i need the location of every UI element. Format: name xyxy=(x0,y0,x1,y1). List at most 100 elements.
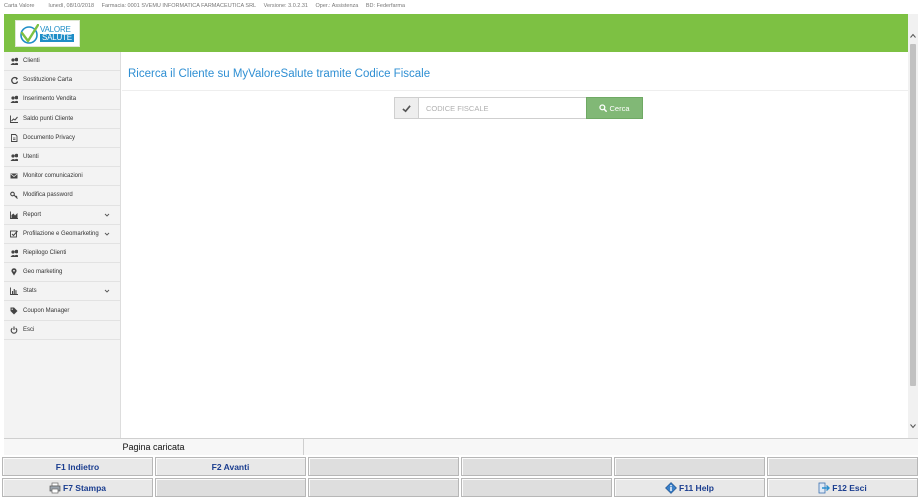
sidebar-item-modifica-password[interactable]: Modifica password xyxy=(4,186,120,206)
sidebar-item-riepilogo-clienti[interactable]: Riepilogo Clienti xyxy=(4,243,120,264)
search-button[interactable]: Cerca xyxy=(586,97,643,119)
sidebar-item-profilazione-e-geomarketing[interactable]: Profilazione e Geomarketing xyxy=(4,224,120,244)
sidebar-item-label: Profilazione e Geomarketing xyxy=(23,230,99,237)
sidebar-item-label: Saldo punti Cliente xyxy=(23,115,74,122)
check-icon xyxy=(402,104,411,112)
sidebar-item-label: Documento Privacy xyxy=(23,134,76,141)
bar-chart-icon xyxy=(10,287,18,296)
users-icon xyxy=(10,57,18,66)
area-chart-icon xyxy=(10,211,18,219)
status-message: Pagina caricata xyxy=(4,439,304,455)
scroll-up-arrow-icon[interactable] xyxy=(909,32,917,40)
title-divider xyxy=(122,90,908,91)
sidebar-menu: Clienti Sostituzione Carta Inserimento Ven… xyxy=(4,52,121,438)
search-button-label: Cerca xyxy=(609,103,630,113)
logo-wordmark: VALORE SALUTE xyxy=(40,25,74,42)
f12-label: F12 Esci xyxy=(832,482,867,493)
checkbox-icon xyxy=(10,230,18,238)
sidebar-item-label: Clienti xyxy=(23,58,40,65)
sidebar-item-inserimento-vendita[interactable]: Inserimento Vendita xyxy=(4,90,120,110)
page-scrollbar[interactable] xyxy=(908,14,918,438)
top-info-bar: Carta Valore lunedì, 08/10/2018 Farmacia… xyxy=(0,0,920,12)
header-bar: VALORE SALUTE xyxy=(4,14,908,52)
users-icon xyxy=(10,153,18,162)
chevron-down-icon xyxy=(104,213,110,217)
envelope-icon xyxy=(10,173,18,179)
fiscal-code-input[interactable] xyxy=(419,97,586,119)
sidebar-item-label: Monitor comunicazioni xyxy=(23,173,83,180)
checkmark-logo-icon xyxy=(20,23,39,44)
database-label: BD: Federfarma xyxy=(365,3,405,9)
power-icon xyxy=(10,326,18,334)
f11-help-button[interactable]: F11 Help xyxy=(614,478,765,497)
document-icon xyxy=(11,133,18,142)
sidebar-item-monitor-comunicazioni[interactable]: Monitor comunicazioni xyxy=(4,167,120,187)
sidebar-item-label: Esci xyxy=(23,326,35,333)
chevron-down-icon xyxy=(104,289,110,293)
sidebar-item-label: Sostituzione Carta xyxy=(23,77,73,84)
check-addon xyxy=(394,97,419,119)
fkey-slot-empty xyxy=(308,457,459,476)
sidebar-item-saldo-punti-cliente[interactable]: Saldo punti Cliente xyxy=(4,109,120,129)
tags-icon xyxy=(10,307,18,315)
sidebar-item-label: Inserimento Vendita xyxy=(23,96,77,103)
sidebar-item-label: Stats xyxy=(23,288,37,295)
app-window: Carta Valore lunedì, 08/10/2018 Farmacia… xyxy=(0,0,920,498)
sidebar-item-label: Modifica password xyxy=(23,192,73,199)
sidebar-item-stats[interactable]: Stats xyxy=(4,282,120,302)
sidebar-item-geo-marketing[interactable]: Geo marketing xyxy=(4,263,120,283)
users-icon xyxy=(10,249,18,257)
sidebar-item-utenti[interactable]: Utenti xyxy=(4,147,120,168)
f12-exit-button[interactable]: F12 Esci xyxy=(767,478,918,497)
sidebar-item-report[interactable]: Report xyxy=(4,205,120,225)
sidebar-item-documento-privacy[interactable]: Documento Privacy xyxy=(4,128,120,148)
current-date: lunedì, 08/10/2018 xyxy=(48,3,95,9)
operator-label: Oper.: Assistenza xyxy=(315,3,359,9)
valore-salute-logo: VALORE SALUTE xyxy=(15,20,80,47)
fkey-slot-empty xyxy=(614,457,765,476)
sidebar-item-label: Riepilogo Clienti xyxy=(23,249,67,256)
fkey-slot-empty xyxy=(308,478,459,497)
sidebar-item-clienti[interactable]: Clienti xyxy=(4,52,120,72)
exit-icon xyxy=(818,482,831,493)
status-bar: Pagina caricata xyxy=(4,438,918,455)
sidebar-item-label: Geo marketing xyxy=(23,269,63,276)
map-marker-icon xyxy=(11,268,17,276)
session-info: lunedì, 08/10/2018 Farmacia: 0001 SVEMU … xyxy=(48,3,411,9)
version-label: Versione: 3.0.2.31 xyxy=(263,3,308,9)
pharmacy-name: Farmacia: 0001 SVEMU INFORMATICA FARMACE… xyxy=(101,3,257,9)
refresh-icon xyxy=(11,77,18,85)
fkey-slot-empty xyxy=(461,478,612,497)
f7-label: F7 Stampa xyxy=(63,482,106,493)
page-title: Ricerca il Cliente su MyValoreSalute tra… xyxy=(128,68,431,80)
f2-forward-button[interactable]: F2 Avanti xyxy=(155,457,306,476)
users-icon xyxy=(10,96,18,104)
logo-line-2: SALUTE xyxy=(40,32,74,42)
chevron-down-icon xyxy=(104,232,110,236)
sidebar-item-sostituzione-carta[interactable]: Sostituzione Carta xyxy=(4,71,120,91)
function-keys-bar: F1 Indietro F2 Avanti F7 Stampa F11 Help xyxy=(2,457,918,498)
sidebar-item-label: Report xyxy=(23,211,42,218)
sidebar-item-label: Utenti xyxy=(23,154,39,161)
printer-icon xyxy=(49,482,61,493)
sidebar-item-label: Coupon Manager xyxy=(23,307,70,314)
sidebar-item-esci[interactable]: Esci xyxy=(4,320,120,340)
fiscal-code-search: Cerca xyxy=(394,97,643,119)
key-icon xyxy=(10,192,18,200)
f11-label: F11 Help xyxy=(679,482,714,493)
f1-back-button[interactable]: F1 Indietro xyxy=(2,457,153,476)
fkey-slot-empty xyxy=(155,478,306,497)
line-chart-icon xyxy=(10,115,18,123)
search-icon xyxy=(599,104,608,112)
f2-label: F2 Avanti xyxy=(211,461,250,472)
app-name: Carta Valore xyxy=(4,3,35,9)
sidebar-item-coupon-manager[interactable]: Coupon Manager xyxy=(4,301,120,321)
f7-print-button[interactable]: F7 Stampa xyxy=(2,478,153,497)
fkey-slot-empty xyxy=(767,457,918,476)
scroll-down-arrow-icon[interactable] xyxy=(909,422,917,430)
fkey-slot-empty xyxy=(461,457,612,476)
info-icon xyxy=(665,481,677,494)
f1-label: F1 Indietro xyxy=(55,461,100,472)
main-content: Ricerca il Cliente su MyValoreSalute tra… xyxy=(122,52,908,438)
scrollbar-thumb[interactable] xyxy=(910,44,916,386)
